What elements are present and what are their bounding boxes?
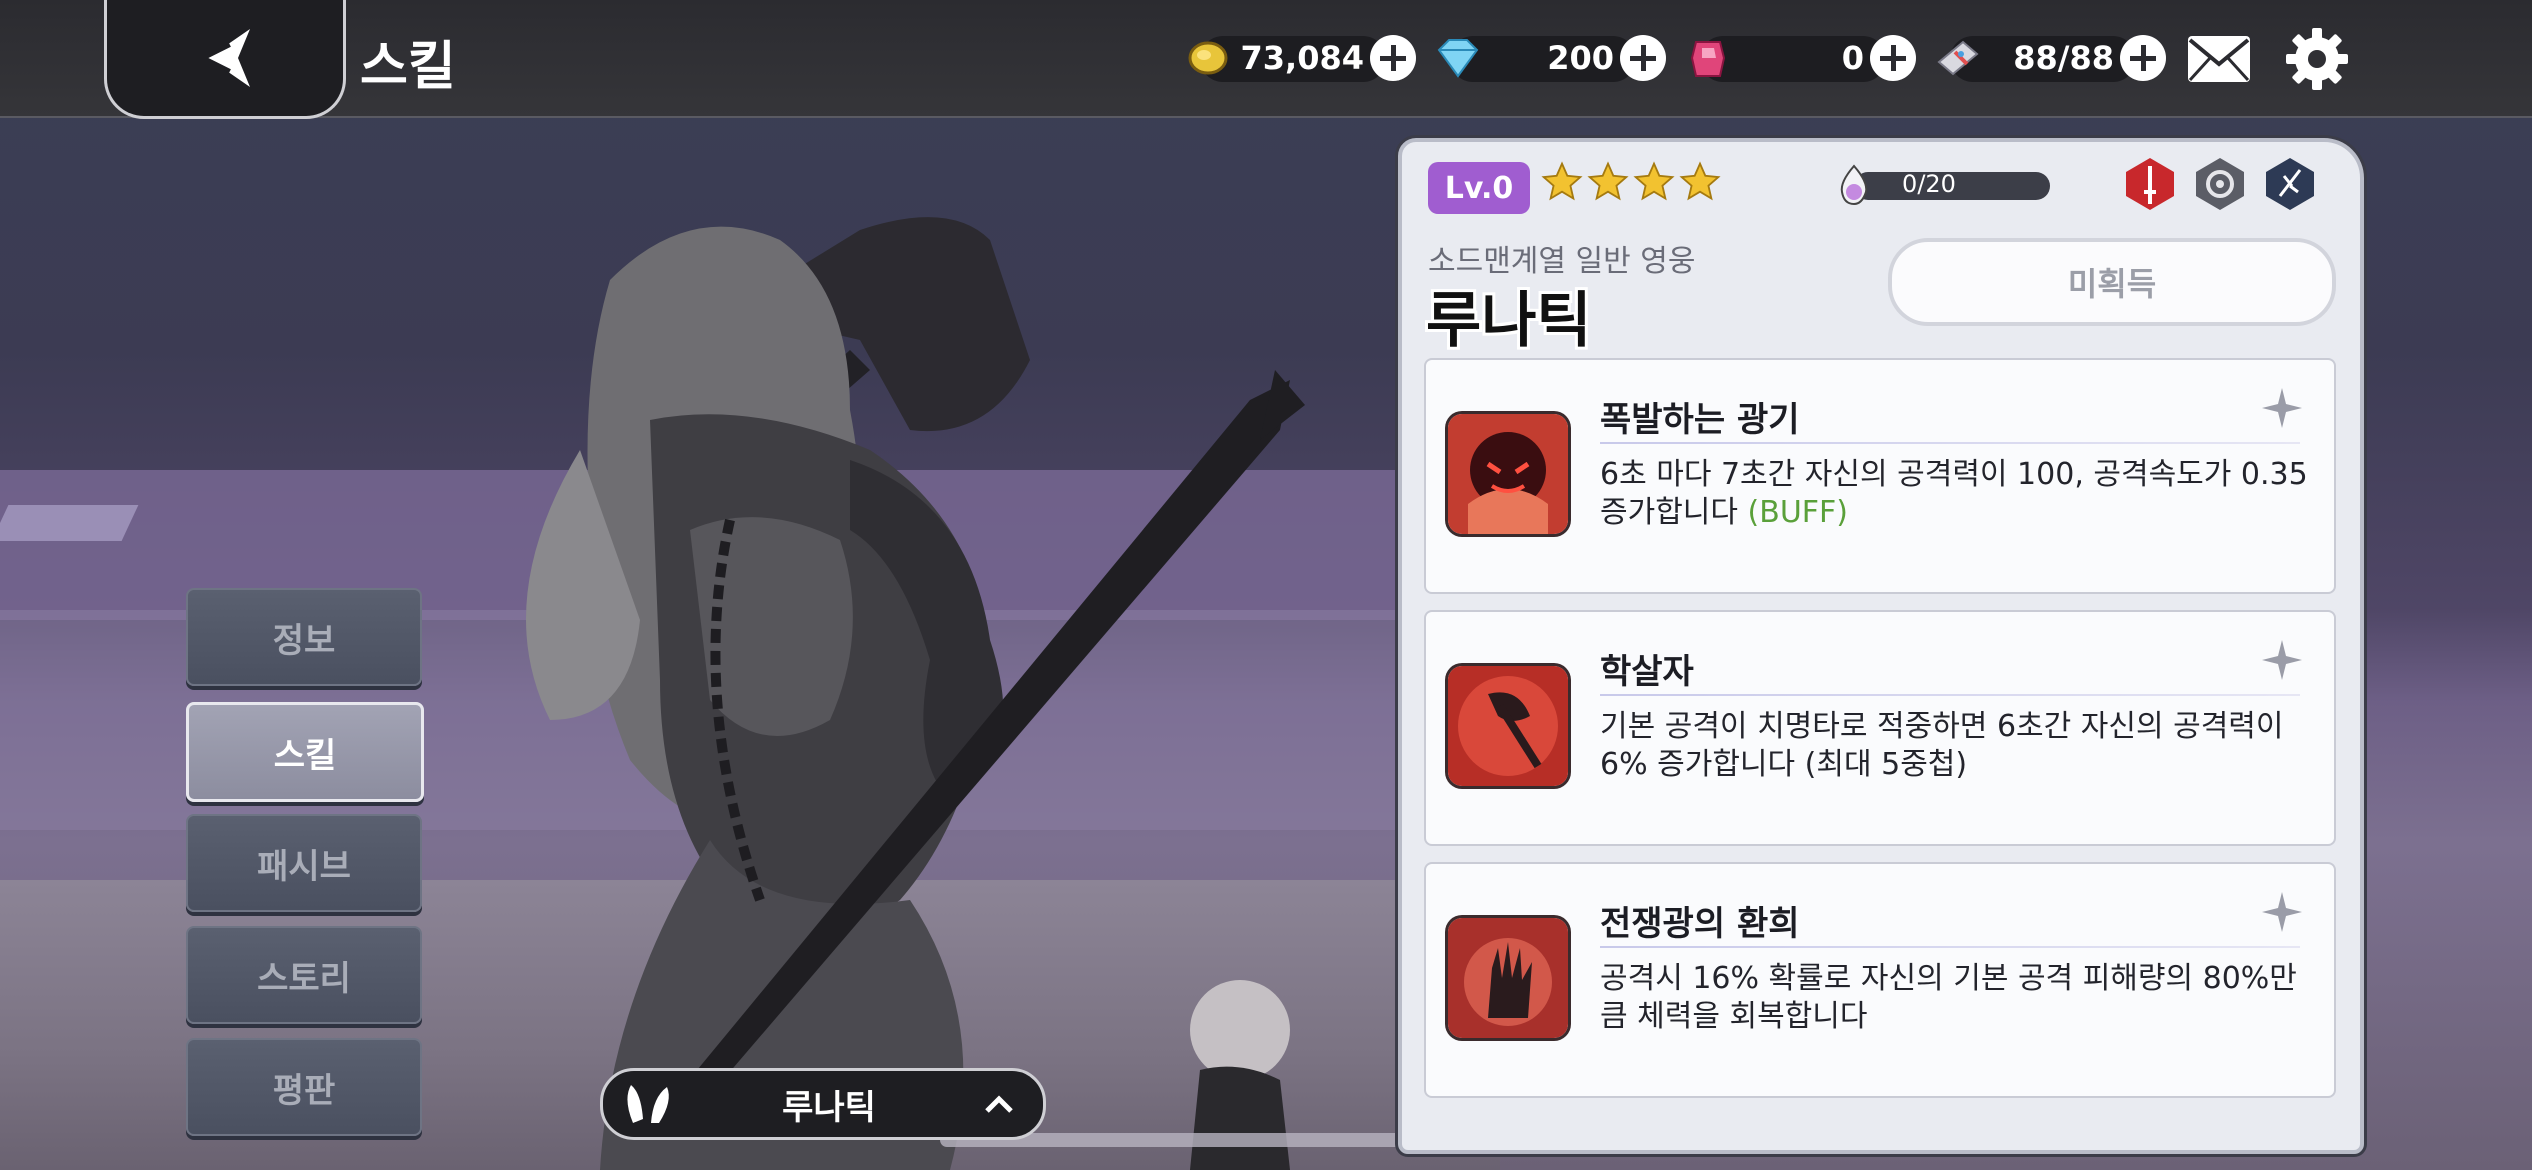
- currency-ruby: 0: [1680, 30, 1916, 86]
- add-diamond-button[interactable]: [1620, 35, 1666, 81]
- star-icon: [1587, 161, 1629, 201]
- gold-amount: 73,084: [1240, 39, 1364, 77]
- skill-name: 전쟁광의 환희: [1600, 904, 1800, 944]
- sparkle-icon: [2262, 640, 2302, 680]
- bg-stripe: [0, 505, 139, 541]
- hero-name: 루나틱: [1426, 286, 1592, 356]
- ruby-amount: 0: [1841, 39, 1864, 77]
- selected-hero-name: 루나틱: [782, 1087, 876, 1128]
- back-button[interactable]: [104, 0, 346, 119]
- chevron-up-icon: [985, 1095, 1013, 1113]
- soul-progress-bar: 0/20: [1832, 164, 2052, 208]
- skill-description: 6초 마다 7초간 자신의 공격력이 100, 공격속도가 0.35 증가합니다…: [1600, 457, 2308, 530]
- menu-skill-button[interactable]: 스킬: [186, 702, 424, 802]
- hero-selector[interactable]: 루나틱: [600, 1068, 1046, 1140]
- unowned-status-button[interactable]: 미획득: [1888, 238, 2336, 326]
- skill-card[interactable]: 전쟁광의 환희 공격시 16% 확률로 자신의 기본 공격 피해량의 80%만큼…: [1424, 862, 2336, 1098]
- diamond-amount: 200: [1547, 39, 1614, 77]
- slayer-skill-icon: [1448, 666, 1568, 786]
- currency-gold: 73,084: [1180, 30, 1416, 86]
- back-arrow-icon: [199, 29, 250, 87]
- stamina-ticket-icon: [1930, 30, 1986, 86]
- add-stamina-button[interactable]: [2120, 35, 2166, 81]
- sparkle-icon: [2262, 388, 2302, 428]
- madness-skill-icon: [1448, 414, 1568, 534]
- star-icon: [1633, 161, 1675, 201]
- hero-illustration: [526, 217, 1305, 1170]
- class-icons: [2122, 156, 2318, 212]
- skill-description: 공격시 16% 확률로 자신의 기본 공격 피해량의 80%만큼 체력을 회복합…: [1600, 961, 2297, 1034]
- ruby-gem-icon: [1680, 30, 1736, 86]
- sword-class-icon[interactable]: [2122, 156, 2178, 212]
- sparkle-icon: [2262, 892, 2302, 932]
- skill-card[interactable]: 학살자 기본 공격이 치명타로 적중하면 6초간 자신의 공격력이 6% 증가합…: [1424, 610, 2336, 846]
- gear-icon[interactable]: [2284, 26, 2350, 92]
- star-rating: [1540, 160, 1722, 204]
- currency-stamina: 88/88: [1930, 30, 2166, 86]
- add-gold-button[interactable]: [1370, 35, 1416, 81]
- mail-icon[interactable]: [2186, 34, 2252, 84]
- soul-progress-text: 0/20: [1902, 170, 1956, 198]
- menu-story-button[interactable]: 스토리: [186, 926, 422, 1024]
- warmonger-skill-icon: [1448, 918, 1568, 1038]
- currency-diamond: 200: [1430, 30, 1666, 86]
- menu-passive-button[interactable]: 패시브: [186, 814, 422, 912]
- add-ruby-button[interactable]: [1870, 35, 1916, 81]
- star-icon: [1679, 161, 1721, 201]
- menu-reputation-button[interactable]: 평판: [186, 1038, 422, 1136]
- page-title: 스킬: [360, 37, 456, 97]
- skill-card[interactable]: 폭발하는 광기 6초 마다 7초간 자신의 공격력이 100, 공격속도가 0.…: [1424, 358, 2336, 594]
- element-class-icon[interactable]: [2192, 156, 2248, 212]
- stamina-amount: 88/88: [2013, 39, 2114, 77]
- diamond-icon: [1430, 30, 1486, 86]
- hero-detail-panel: Lv.0 0/20 소드맨계열 일반 영웅 루나틱 미획득 폭발하는 광기 6초…: [1398, 138, 2364, 1154]
- skill-description: 기본 공격이 치명타로 적중하면 6초간 자신의 공격력이 6% 증가합니다 (…: [1600, 709, 2284, 782]
- level-badge: Lv.0: [1428, 162, 1530, 214]
- bunny-ears-icon: [627, 1085, 669, 1123]
- skill-name: 학살자: [1600, 652, 1694, 692]
- buff-tag: (BUFF): [1747, 495, 1849, 530]
- attack-type-icon[interactable]: [2262, 156, 2318, 212]
- skill-name: 폭발하는 광기: [1600, 400, 1800, 440]
- star-icon: [1541, 161, 1583, 201]
- menu-info-button[interactable]: 정보: [186, 588, 422, 686]
- gold-coin-icon: [1180, 30, 1236, 86]
